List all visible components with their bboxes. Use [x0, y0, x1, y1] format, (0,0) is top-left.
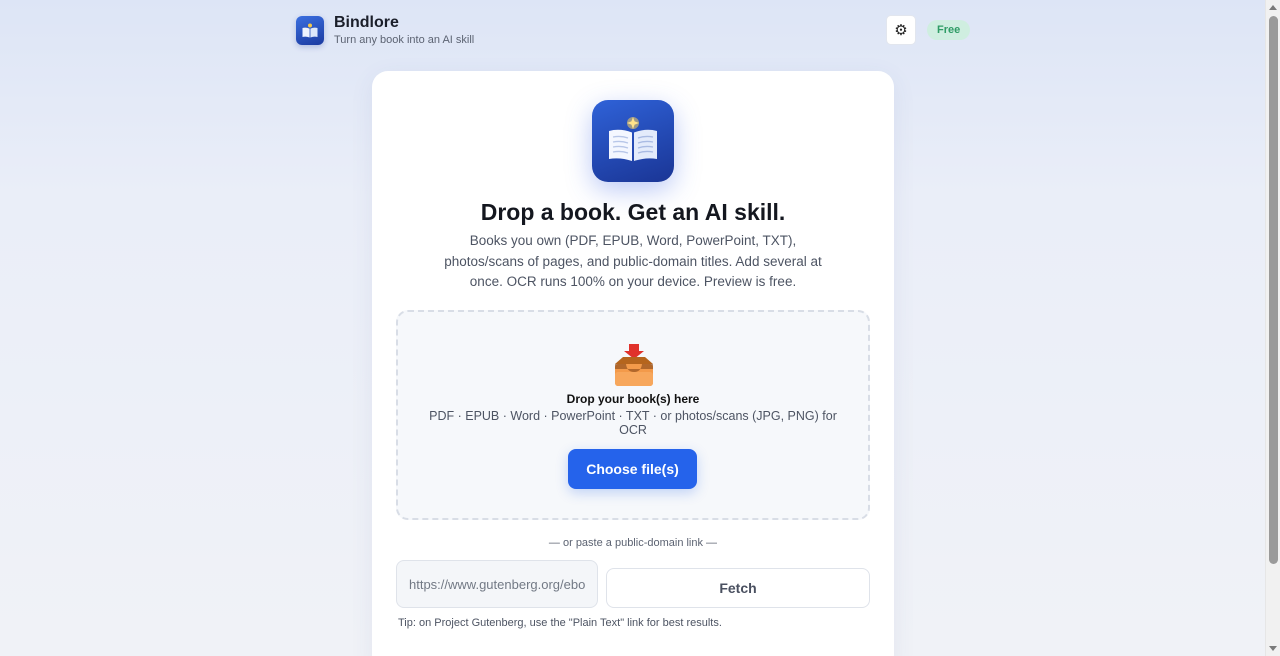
- scrollbar-thumb[interactable]: [1269, 16, 1278, 564]
- app-tagline: Turn any book into an AI skill: [334, 34, 475, 46]
- page-title: Drop a book. Get an AI skill.: [480, 199, 786, 225]
- dropzone-title: Drop your book(s) here: [566, 392, 700, 406]
- scroll-up-arrow-icon[interactable]: [1269, 5, 1277, 10]
- top-bar: Bindlore Turn any book into an AI skill …: [296, 14, 972, 48]
- fetch-button[interactable]: Fetch: [606, 568, 870, 608]
- settings-button[interactable]: ⚙: [886, 15, 916, 45]
- or-divider: — or paste a public-domain link —: [548, 537, 718, 549]
- upload-card: Drop a book. Get an AI skill. Books you …: [372, 71, 894, 656]
- supported-formats: PDF · EPUB · Word · PowerPoint · TXT · o…: [429, 409, 837, 437]
- app-name: Bindlore: [334, 14, 399, 31]
- tip-text: Tip: on Project Gutenberg, use the "Plai…: [398, 617, 722, 629]
- page-scrollbar[interactable]: [1265, 0, 1280, 656]
- brand[interactable]: Bindlore Turn any book into an AI skill: [296, 14, 474, 47]
- inbox-tray-icon: [612, 344, 656, 388]
- url-input[interactable]: [396, 560, 598, 608]
- page-description: Books you own (PDF, EPUB, Word, PowerPoi…: [444, 233, 822, 289]
- gear-icon: ⚙: [894, 22, 908, 39]
- app-logo-icon: [296, 16, 324, 45]
- scroll-down-arrow-icon[interactable]: [1269, 646, 1277, 651]
- plan-badge: Free: [927, 20, 971, 40]
- choose-files-button[interactable]: Choose file(s): [568, 449, 697, 489]
- open-book-icon: [592, 100, 674, 182]
- file-dropzone[interactable]: Drop your book(s) here PDF · EPUB · Word…: [396, 310, 870, 520]
